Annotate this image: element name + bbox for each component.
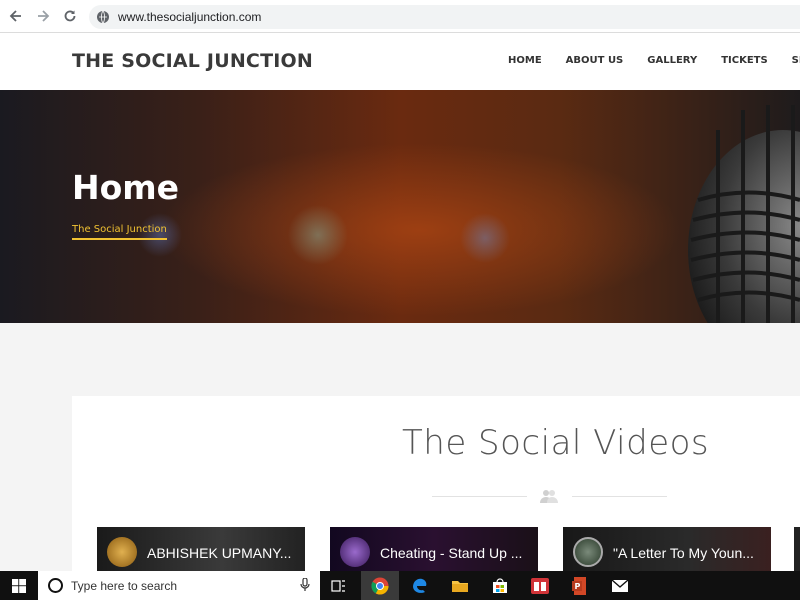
video-card[interactable]: ABHISHEK UPMANY...	[97, 527, 305, 576]
back-icon[interactable]	[5, 5, 27, 27]
cortana-icon	[48, 578, 63, 593]
chrome-icon[interactable]	[361, 571, 399, 600]
nav-gallery[interactable]: GALLERY	[647, 55, 697, 66]
microphone-image	[688, 105, 800, 323]
svg-text:P: P	[575, 582, 581, 591]
mail-icon[interactable]	[601, 571, 639, 600]
section-title: The Social Videos	[402, 423, 710, 463]
page-title: Home	[72, 168, 180, 207]
videos-section: The Social Videos ABHISHEK UPMANY... Che…	[72, 396, 800, 576]
taskbar-search[interactable]: Type here to search	[38, 571, 320, 600]
channel-avatar	[340, 537, 370, 567]
channel-avatar	[107, 537, 137, 567]
nav-about-us[interactable]: ABOUT US	[566, 55, 624, 66]
channel-avatar	[573, 537, 603, 567]
reload-icon[interactable]	[59, 5, 81, 27]
hero-banner: Home The Social Junction	[0, 90, 800, 323]
site-info-icon[interactable]	[96, 10, 110, 24]
forward-icon[interactable]	[32, 5, 54, 27]
people-icon	[540, 490, 558, 503]
task-view-icon[interactable]	[320, 571, 358, 600]
edge-icon[interactable]	[401, 571, 439, 600]
divider-line-left	[432, 496, 527, 497]
breadcrumb[interactable]: The Social Junction	[72, 224, 167, 240]
nav-home[interactable]: HOME	[508, 55, 542, 66]
microphone-icon[interactable]	[300, 578, 310, 592]
video-card[interactable]: Cheating - Stand Up ...	[330, 527, 538, 576]
url-text[interactable]: www.thesocialjunction.com	[118, 10, 261, 24]
windows-start-icon[interactable]	[0, 571, 38, 600]
main-nav: HOME ABOUT US GALLERY TICKETS SPONS	[508, 55, 800, 66]
divider-line-right	[572, 496, 667, 497]
video-title[interactable]: Cheating - Stand Up ...	[380, 545, 522, 561]
search-placeholder[interactable]: Type here to search	[71, 579, 177, 593]
nav-tickets[interactable]: TICKETS	[721, 55, 767, 66]
file-explorer-icon[interactable]	[441, 571, 479, 600]
red-app-icon[interactable]	[521, 571, 559, 600]
video-title[interactable]: "A Letter To My Youn...	[613, 545, 754, 561]
site-logo[interactable]: THE SOCIAL JUNCTION	[72, 50, 313, 72]
video-title[interactable]: ABHISHEK UPMANY...	[147, 545, 291, 561]
site-header: THE SOCIAL JUNCTION HOME ABOUT US GALLER…	[0, 33, 800, 90]
taskbar: Type here to search P	[0, 571, 800, 600]
browser-toolbar: www.thesocialjunction.com	[0, 0, 800, 33]
powerpoint-icon[interactable]: P	[561, 571, 599, 600]
store-icon[interactable]	[481, 571, 519, 600]
video-card[interactable]	[794, 527, 800, 576]
nav-sponsors[interactable]: SPONS	[792, 55, 800, 66]
video-card[interactable]: "A Letter To My Youn...	[563, 527, 771, 576]
address-bar[interactable]: www.thesocialjunction.com	[89, 5, 800, 29]
